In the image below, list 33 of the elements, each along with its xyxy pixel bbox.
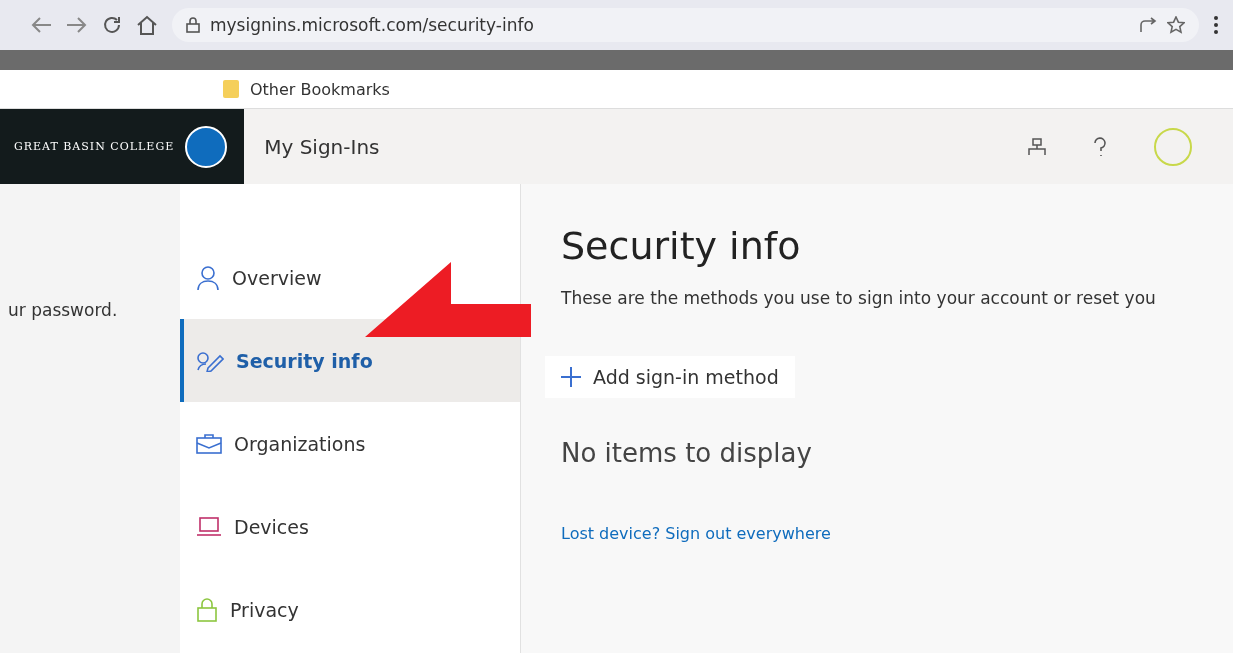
org-chart-icon[interactable] — [1027, 137, 1047, 156]
home-icon[interactable] — [136, 15, 158, 35]
lock-icon — [186, 17, 200, 33]
share-icon[interactable] — [1139, 17, 1157, 33]
sign-out-link[interactable]: Lost device? Sign out everywhere — [561, 524, 831, 543]
briefcase-icon — [196, 433, 222, 454]
plus-icon — [561, 367, 581, 387]
forward-icon[interactable] — [66, 16, 88, 34]
url-text: mysignins.microsoft.com/security-info — [210, 15, 534, 35]
nav-item[interactable]: Privacy — [180, 568, 520, 651]
nav-item[interactable]: Devices — [180, 485, 520, 568]
back-icon[interactable] — [30, 16, 52, 34]
add-method-button[interactable]: Add sign-in method — [545, 356, 795, 398]
description-fragment: ur password. — [7, 300, 118, 320]
app-title: My Sign-Ins — [263, 134, 381, 159]
menu-icon[interactable] — [1213, 15, 1219, 35]
description-text: These are the methods you use to sign into your account or reset you — [561, 288, 1156, 308]
help-icon[interactable] — [1093, 136, 1107, 157]
nav-item[interactable]: Security info — [180, 319, 520, 402]
folder-icon — [222, 79, 240, 99]
reload-icon[interactable] — [102, 15, 122, 35]
nav-item[interactable]: Overview — [180, 236, 520, 319]
laptop-icon — [196, 516, 222, 537]
seal-icon — [184, 124, 229, 169]
empty-message: No items to display — [561, 438, 812, 468]
bookmark-link[interactable]: Other Bookmarks — [250, 79, 390, 99]
nav-item[interactable]: Organizations — [180, 402, 520, 485]
address-bar[interactable]: mysignins.microsoft.com/security-info — [172, 8, 1199, 42]
college-name: GREAT BASIN COLLEGE — [14, 140, 175, 153]
lock-icon — [196, 597, 218, 622]
person-icon — [196, 264, 220, 291]
star-icon[interactable] — [1167, 16, 1185, 34]
page-title: Security info — [561, 224, 801, 268]
